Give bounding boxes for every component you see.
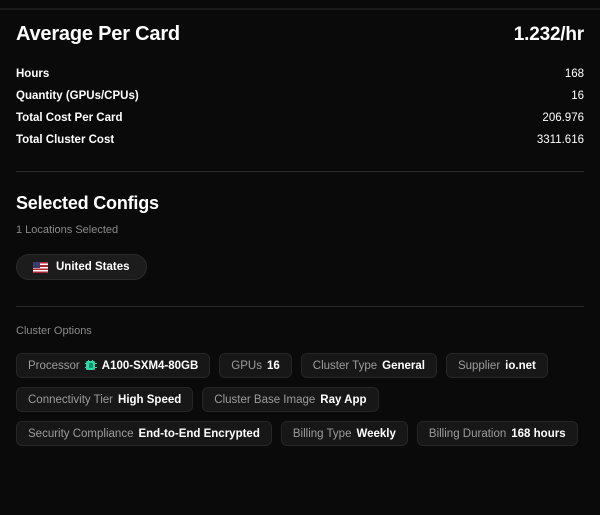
option-tag-processor[interactable]: Processor A100-SXM4-80GB xyxy=(16,353,211,378)
cluster-options-tag-list: Processor A100-SXM4-80GB GPUs 16 Cluster… xyxy=(16,353,584,446)
location-pill-united-states[interactable]: United States xyxy=(16,254,147,280)
stat-label: Hours xyxy=(16,68,50,80)
option-tag-key: Supplier xyxy=(457,359,501,372)
summary-stats-list: Hours 168 Quantity (GPUs/CPUs) 16 Total … xyxy=(16,68,584,152)
average-per-card-header: Average Per Card 1.232/hr xyxy=(16,0,584,46)
option-tag-billing-type[interactable]: Billing Type Weekly xyxy=(280,421,408,446)
stat-row: Hours 168 xyxy=(16,68,584,86)
option-tag-value: 168 hours xyxy=(511,427,566,440)
selected-locations-list: United States xyxy=(16,254,584,280)
option-tag-value: End-to-End Encrypted xyxy=(138,427,260,440)
option-tag-supplier[interactable]: Supplier io.net xyxy=(445,353,548,378)
location-label: United States xyxy=(56,261,130,273)
option-tag-key: Cluster Type xyxy=(312,359,378,372)
option-tag-connectivity-tier[interactable]: Connectivity Tier High Speed xyxy=(16,387,194,412)
page-title: Average Per Card xyxy=(16,23,180,45)
option-tag-key: Billing Duration xyxy=(428,427,507,440)
option-tag-key: Billing Type xyxy=(292,427,352,440)
option-tag-value: High Speed xyxy=(118,393,182,406)
option-tag-cluster-base-image[interactable]: Cluster Base Image Ray App xyxy=(202,387,379,412)
selected-configs-section: Selected Configs 1 Locations Selected Un… xyxy=(16,172,584,280)
stat-label: Total Cluster Cost xyxy=(16,134,115,146)
selected-configs-title: Selected Configs xyxy=(16,193,159,213)
stat-value: 206.976 xyxy=(542,112,584,124)
option-tag-cluster-type[interactable]: Cluster Type General xyxy=(300,353,437,378)
chip-icon xyxy=(84,360,97,371)
cluster-options-section: Cluster Options Processor A100-SXM4-80GB xyxy=(16,307,584,446)
stat-row: Total Cost Per Card 206.976 xyxy=(16,112,584,130)
panel-top-rule xyxy=(0,8,600,10)
option-tag-security-compliance[interactable]: Security Compliance End-to-End Encrypted xyxy=(16,421,272,446)
option-tag-gpus[interactable]: GPUs 16 xyxy=(219,353,292,378)
option-tag-key: Connectivity Tier xyxy=(28,393,114,406)
option-tag-value: General xyxy=(382,359,425,372)
stat-label: Total Cost Per Card xyxy=(16,112,123,124)
option-tag-value: Ray App xyxy=(320,393,367,406)
option-tag-key: Processor xyxy=(28,359,80,372)
average-rate-value: 1.232/hr xyxy=(513,24,584,45)
stat-value: 3311.616 xyxy=(536,134,584,146)
option-tag-key: GPUs xyxy=(231,359,262,372)
option-tag-value: 16 xyxy=(266,359,280,372)
option-tag-key: Cluster Base Image xyxy=(214,393,316,406)
option-tag-billing-duration[interactable]: Billing Duration 168 hours xyxy=(416,421,578,446)
option-tag-value: Weekly xyxy=(356,427,396,440)
cost-summary-panel: Average Per Card 1.232/hr Hours 168 Quan… xyxy=(0,0,600,515)
stat-value: 168 xyxy=(564,68,584,80)
stat-label: Quantity (GPUs/CPUs) xyxy=(16,90,139,102)
stat-row: Quantity (GPUs/CPUs) 16 xyxy=(16,90,584,108)
stat-value: 16 xyxy=(571,90,584,102)
option-tag-value: io.net xyxy=(505,359,536,372)
option-tag-value: A100-SXM4-80GB xyxy=(101,359,199,372)
cluster-options-caption: Cluster Options xyxy=(16,325,92,337)
option-tag-key: Security Compliance xyxy=(28,427,134,440)
us-flag-icon xyxy=(33,261,48,274)
locations-selected-count: 1 Locations Selected xyxy=(16,224,119,236)
stat-row: Total Cluster Cost 3311.616 xyxy=(16,134,584,152)
